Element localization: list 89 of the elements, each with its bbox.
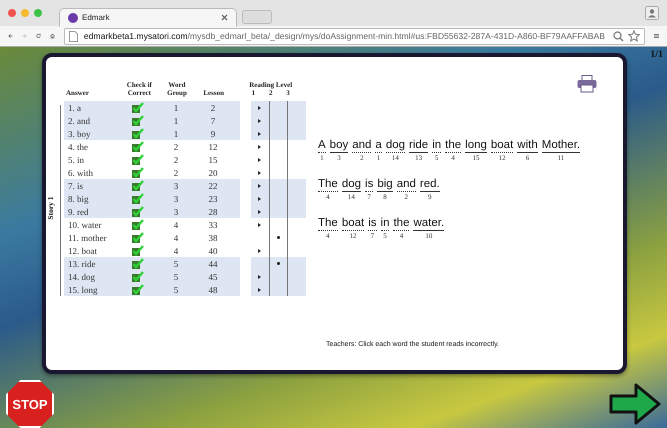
checkbox[interactable] bbox=[132, 219, 144, 230]
table-cell-text: 22 bbox=[208, 180, 218, 190]
table-cell-text: 3 bbox=[172, 194, 180, 204]
stop-button[interactable]: STOP bbox=[6, 380, 54, 428]
answer-cell-text: 5. in bbox=[67, 154, 86, 164]
answer-cell-text: 13. ride bbox=[67, 258, 96, 268]
level-marker bbox=[258, 274, 262, 278]
table-cell-text: 5 bbox=[172, 272, 180, 282]
checkbox[interactable] bbox=[132, 180, 144, 191]
page-counter: 1/1 bbox=[650, 49, 663, 60]
checkbox[interactable] bbox=[132, 258, 144, 269]
answer-cell-text: 6. with bbox=[67, 168, 94, 178]
table-cell-text: 1 bbox=[172, 116, 180, 126]
table-cell-text: 28 bbox=[208, 206, 218, 216]
answer-cell-text: 12. boat bbox=[67, 246, 98, 256]
table-cell-text: 1 bbox=[172, 128, 180, 138]
level-marker bbox=[277, 262, 280, 265]
close-tab-icon[interactable] bbox=[221, 14, 228, 21]
user-icon[interactable] bbox=[645, 6, 659, 20]
printer-icon[interactable] bbox=[577, 75, 597, 93]
zoom-icon[interactable] bbox=[613, 30, 624, 42]
next-arrow-icon[interactable] bbox=[609, 383, 661, 425]
checkbox[interactable] bbox=[132, 167, 144, 178]
checkbox[interactable] bbox=[132, 232, 144, 243]
menu-icon[interactable] bbox=[654, 31, 659, 41]
answer-cell-text: 14. dog bbox=[67, 272, 96, 282]
checkbox[interactable] bbox=[132, 128, 144, 139]
table-cell-text: 2 bbox=[210, 102, 216, 112]
level-marker bbox=[258, 184, 262, 188]
table-cell-text: 5 bbox=[172, 284, 180, 294]
table-cell-text: 2 bbox=[172, 168, 180, 178]
level-marker bbox=[258, 210, 262, 214]
answer-cell-text: 1. a bbox=[67, 102, 82, 112]
answer-cell-text: 2. and bbox=[67, 116, 91, 126]
page-icon bbox=[68, 30, 78, 42]
answer-cell-text: 9. red bbox=[67, 206, 90, 216]
star-icon[interactable] bbox=[628, 30, 640, 42]
table-cell-text: 3 bbox=[172, 180, 180, 190]
level-marker bbox=[258, 158, 262, 162]
table-cell-text: 40 bbox=[208, 246, 218, 256]
checkbox[interactable] bbox=[132, 271, 144, 282]
level-marker bbox=[258, 106, 262, 110]
table-cell-text: 48 bbox=[208, 284, 218, 294]
table-cell-text: 4 bbox=[172, 246, 180, 256]
level-marker bbox=[258, 132, 262, 136]
level-marker bbox=[258, 170, 262, 174]
checkbox[interactable] bbox=[132, 193, 144, 204]
table-cell-text: 15 bbox=[208, 154, 218, 164]
site-logo-icon bbox=[68, 12, 78, 22]
checkbox[interactable] bbox=[132, 284, 144, 295]
browser-tab[interactable]: Edmark bbox=[59, 8, 237, 26]
checkbox[interactable] bbox=[132, 206, 144, 217]
table-cell-text: 44 bbox=[208, 258, 218, 268]
answer-cell-text: 7. is bbox=[67, 180, 84, 190]
table-cell-text: 5 bbox=[172, 258, 180, 268]
answer-cell-text: 10. water bbox=[67, 220, 102, 230]
answer-cell-text: 8. big bbox=[67, 194, 90, 204]
level-marker bbox=[277, 236, 280, 239]
answer-cell-text: 3. boy bbox=[67, 128, 92, 138]
checkbox[interactable] bbox=[132, 154, 144, 165]
checkbox[interactable] bbox=[132, 115, 144, 126]
table-cell-text: 20 bbox=[208, 168, 218, 178]
table-cell-text: 2 bbox=[172, 142, 180, 152]
answer-cell-text: 11. mother bbox=[67, 232, 108, 242]
table-cell-text: 45 bbox=[208, 272, 218, 282]
table-cell-text: 4 bbox=[172, 232, 180, 242]
table-cell-text: 33 bbox=[208, 220, 218, 230]
table-cell-text: 9 bbox=[210, 128, 216, 138]
table-cell-text: 38 bbox=[208, 232, 218, 242]
table-cell-text: 23 bbox=[208, 194, 218, 204]
table-cell-text: 12 bbox=[208, 142, 218, 152]
checkbox[interactable] bbox=[132, 102, 144, 113]
address-bar[interactable]: edmarkbeta1.mysatori.com/mysdb_edmarl_beta/_design/mys/doAssignment-min.html#us:FBD55632-287A-431D-A860-BF79AAFFABAB bbox=[64, 28, 646, 44]
level-marker bbox=[258, 248, 262, 252]
table-cell-text: 4 bbox=[172, 220, 180, 230]
table-cell-text: 3 bbox=[172, 206, 180, 216]
level-marker bbox=[258, 144, 262, 148]
level-marker bbox=[258, 222, 262, 226]
close-window-icon[interactable] bbox=[8, 9, 16, 17]
table-cell-text: 2 bbox=[172, 154, 180, 164]
answer-cell-text: 15. long bbox=[67, 284, 99, 294]
checkbox[interactable] bbox=[132, 141, 144, 152]
checkbox[interactable] bbox=[132, 245, 144, 256]
level-marker bbox=[258, 118, 262, 122]
table-cell-text: 1 bbox=[172, 102, 180, 112]
level-marker bbox=[258, 288, 262, 292]
level-marker bbox=[258, 196, 262, 200]
table-cell-text: 7 bbox=[210, 116, 216, 126]
answer-cell-text: 4. the bbox=[67, 142, 89, 152]
